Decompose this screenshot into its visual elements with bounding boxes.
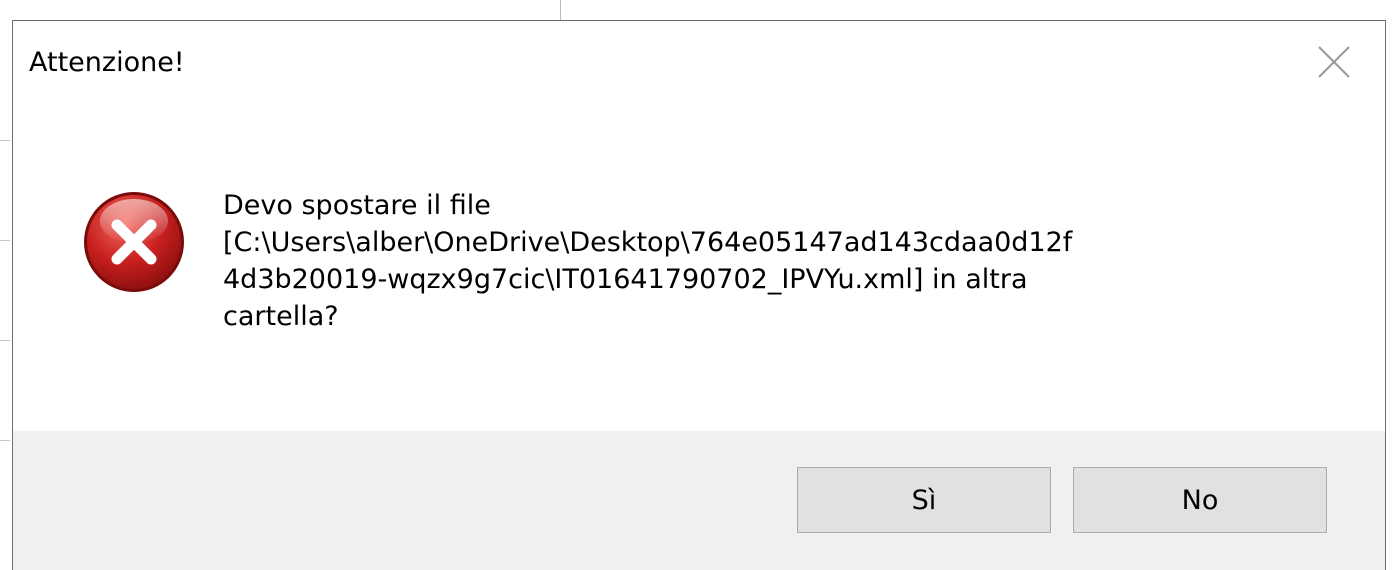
background-gridline (0, 140, 10, 141)
yes-button[interactable]: Sì (797, 467, 1051, 533)
background-gridline (0, 240, 10, 241)
close-button[interactable] (1293, 33, 1373, 93)
message-line: Devo spostare il file (223, 190, 491, 221)
background-gridline (0, 340, 10, 341)
message-line: [C:\Users\alber\OneDrive\Desktop\764e051… (223, 227, 1073, 258)
dialog-title-bar: Attenzione! (13, 21, 1385, 111)
close-icon (1318, 46, 1350, 78)
dialog-button-bar: Sì No (13, 431, 1385, 570)
dialog-message: Devo spostare il file [C:\Users\alber\On… (223, 187, 1323, 335)
background-right-edge (1386, 20, 1396, 570)
message-line: cartella? (223, 301, 339, 332)
no-button[interactable]: No (1073, 467, 1327, 533)
message-line: 4d3b20019-wqzx9g7cic\IT01641790702_IPVYu… (223, 264, 1028, 295)
warning-dialog: Attenzione! Devo spostare il file [C:\Us… (12, 20, 1386, 570)
background-window-top (0, 0, 1396, 20)
background-gridline (0, 440, 10, 441)
error-icon (84, 192, 184, 292)
background-left-edge (0, 20, 12, 570)
background-divider (560, 0, 561, 20)
dialog-title: Attenzione! (29, 47, 185, 78)
screen: Attenzione! Devo spostare il file [C:\Us… (0, 0, 1396, 570)
dialog-content: Devo spostare il file [C:\Users\alber\On… (13, 111, 1385, 431)
